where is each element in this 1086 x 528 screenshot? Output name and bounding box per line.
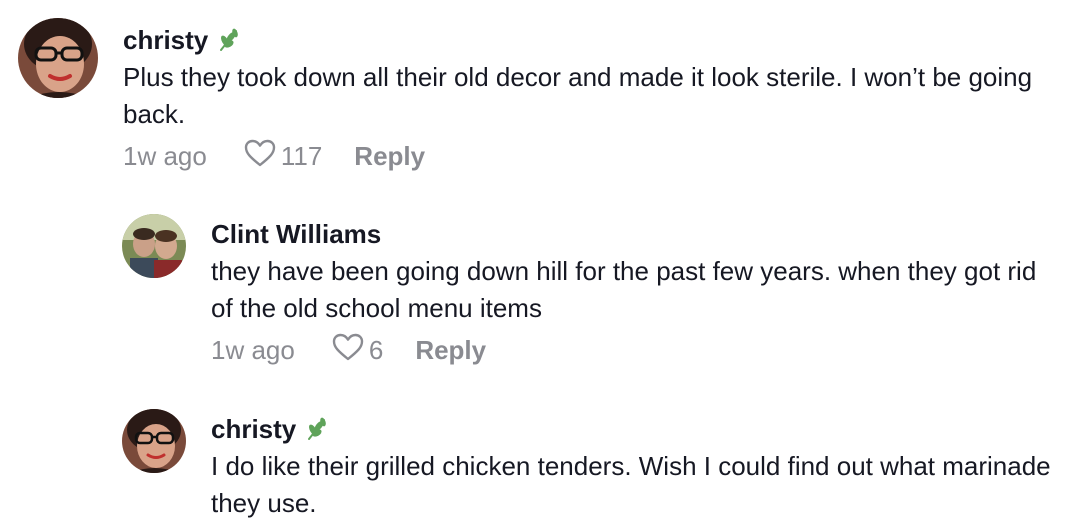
like-button[interactable]: 6 [331, 332, 383, 369]
comment-meta: 1w ago 6 Reply [211, 331, 1061, 369]
author-name[interactable]: christy [211, 413, 296, 445]
comment-item: christy Plus they took down all their ol… [18, 18, 1063, 175]
heart-icon [243, 138, 281, 175]
like-count: 117 [280, 140, 323, 171]
avatar[interactable] [122, 214, 186, 278]
comment-time: 1w ago [211, 334, 295, 365]
comment-meta: 1w ago 117 Reply [123, 137, 1063, 175]
comment-text: I do like their grilled chicken tenders.… [211, 451, 1051, 518]
leaf-icon [304, 416, 330, 442]
comment-item: Clint Williams they have been going down… [122, 214, 1061, 369]
comment-author: christy [123, 24, 1063, 56]
comment-item: christy I do like their grilled chicken … [122, 409, 1061, 522]
comment-text: they have been going down hill for the p… [211, 256, 1037, 323]
comment-author: christy [211, 413, 1061, 445]
leaf-icon [216, 27, 242, 53]
like-button[interactable]: 117 [243, 138, 322, 175]
avatar[interactable] [18, 18, 98, 98]
comment-text: Plus they took down all their old decor … [123, 62, 1033, 129]
reply-button[interactable]: Reply [415, 335, 486, 366]
author-name[interactable]: christy [123, 24, 208, 56]
author-name[interactable]: Clint Williams [211, 218, 381, 250]
avatar[interactable] [122, 409, 186, 473]
heart-icon [331, 332, 369, 369]
comment-time: 1w ago [123, 140, 207, 171]
comment-author: Clint Williams [211, 218, 1061, 250]
like-count: 6 [368, 334, 384, 365]
reply-button[interactable]: Reply [354, 141, 425, 172]
